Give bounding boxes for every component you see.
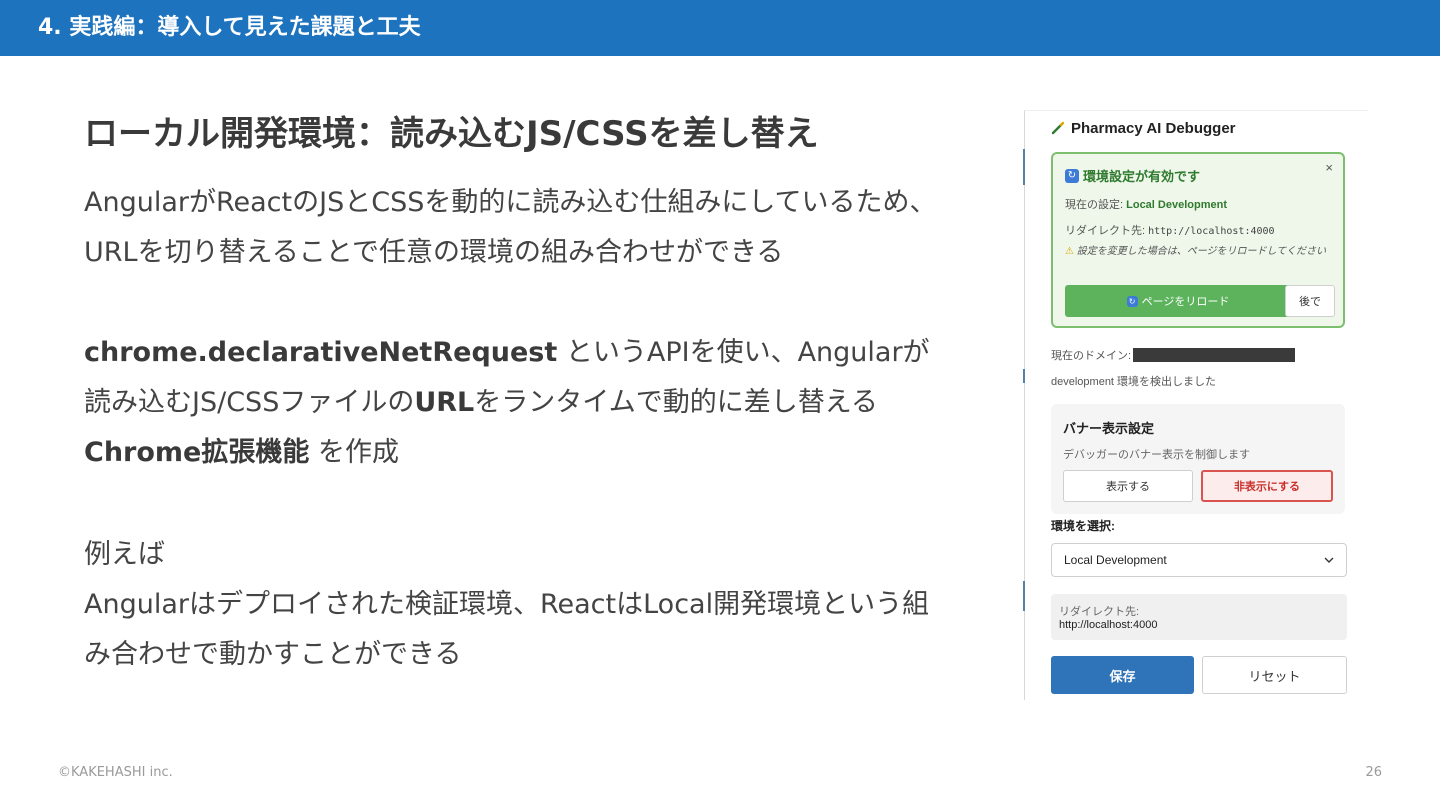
current-domain-label: 現在のドメイン: xyxy=(1051,350,1132,362)
later-button[interactable]: 後で xyxy=(1285,285,1335,317)
hide-banner-button[interactable]: 非表示にする xyxy=(1201,470,1333,502)
save-button[interactable]: 保存 xyxy=(1051,656,1194,694)
extension-popup: Pharmacy AI Debugger × ↻ 環境設定が有効です 現在の設定… xyxy=(1023,110,1368,700)
banner-settings: バナー表示設定 デバッガーのバナー表示を制御します 表示する 非表示にする xyxy=(1051,404,1345,514)
show-banner-button[interactable]: 表示する xyxy=(1063,470,1193,502)
redirect-url: http://localhost:4000 xyxy=(1059,619,1158,631)
api-text: というAPIを使い、Angularが xyxy=(557,337,930,368)
paragraph-api: chrome.declarativeNetRequest というAPIを使い、A… xyxy=(84,328,994,478)
environment-selected: Local Development xyxy=(1064,553,1167,567)
notice-redirect-label: リダイレクト先: xyxy=(1065,225,1149,237)
current-setting-value: Local Development xyxy=(1126,199,1227,211)
redacted-domain xyxy=(1133,348,1296,362)
api-name: chrome.declarativeNetRequest xyxy=(84,337,558,368)
paragraph-line: URLを切り替えることで任意の環境の組み合わせができる xyxy=(84,237,784,268)
paragraph-angular-react: AngularがReactのJSとCSSを動的に読み込む仕組みにしているため、 … xyxy=(84,178,994,278)
refresh-icon: ↻ xyxy=(1126,295,1138,307)
paragraph-line: chrome.declarativeNetRequest というAPIを使い、A… xyxy=(84,328,994,378)
section-title: 4. 実践編：導入して見えた課題と工夫 xyxy=(38,15,421,40)
paragraph-line: Angularはデプロイされた検証環境、ReactはLocal開発環境という組 xyxy=(84,589,930,620)
close-icon[interactable]: × xyxy=(1325,160,1333,175)
paragraph-line: AngularがReactのJSとCSSを動的に読み込む仕組みにしているため、 xyxy=(84,187,937,218)
paragraph-line: み合わせで動かすことができる xyxy=(84,639,462,670)
extension-title: Pharmacy AI Debugger xyxy=(1071,119,1236,137)
api-text: をランタイムで動的に差し替える xyxy=(474,387,878,418)
paragraph-example: 例えば Angularはデプロイされた検証環境、ReactはLocal開発環境と… xyxy=(84,530,994,680)
environment-label: 環境を選択: xyxy=(1051,519,1115,533)
notice-redirect: リダイレクト先: http://localhost:4000 xyxy=(1065,222,1275,238)
reload-warning: ⚠ 設定を変更した場合は、ページをリロードしてください xyxy=(1065,244,1333,260)
current-domain: 現在のドメイン: xyxy=(1051,347,1296,363)
notice-title: 環境設定が有効です xyxy=(1083,169,1201,184)
header-bar: 4. 実践編：導入して見えた課題と工夫 xyxy=(0,0,1440,56)
redirect-label: リダイレクト先: xyxy=(1059,606,1140,618)
notice-redirect-url: http://localhost:4000 xyxy=(1148,226,1275,237)
chevron-down-icon xyxy=(1324,557,1334,563)
environment-select[interactable]: Local Development xyxy=(1051,543,1347,577)
refresh-icon: ↻ xyxy=(1065,168,1079,183)
warning-icon: ⚠ xyxy=(1065,246,1074,257)
api-text: を作成 xyxy=(309,437,399,468)
reload-page-button[interactable]: ↻ ページをリロード xyxy=(1065,285,1291,317)
banner-settings-title: バナー表示設定 xyxy=(1063,421,1155,436)
edge-stripe xyxy=(1023,581,1025,611)
active-config-notice: × ↻ 環境設定が有効です 現在の設定: Local Development リ… xyxy=(1051,152,1345,328)
paragraph-line: 読み込むJS/CSSファイルのURLをランタイムで動的に差し替える xyxy=(84,378,994,428)
extension-header: Pharmacy AI Debugger xyxy=(1051,117,1236,139)
reload-warning-text: 設定を変更した場合は、ページをリロードしてください xyxy=(1073,246,1326,257)
notice-header: ↻ 環境設定が有効です xyxy=(1065,166,1200,185)
current-setting: 現在の設定: Local Development xyxy=(1065,196,1227,212)
edge-stripe xyxy=(1023,369,1025,383)
reload-page-label: ページをリロード xyxy=(1141,296,1230,308)
current-setting-label: 現在の設定: xyxy=(1065,199,1127,211)
redirect-info: リダイレクト先: http://localhost:4000 xyxy=(1051,594,1347,640)
paragraph-line: Chrome拡張機能 を作成 xyxy=(84,428,994,478)
extension-emphasis: Chrome拡張機能 xyxy=(84,437,310,468)
pencil-icon xyxy=(1051,121,1065,135)
api-text: 読み込むJS/CSSファイルの xyxy=(84,387,415,418)
banner-settings-description: デバッガーのバナー表示を制御します xyxy=(1063,449,1250,461)
url-emphasis: URL xyxy=(414,387,475,418)
edge-stripe xyxy=(1023,149,1025,185)
paragraph-line: 例えば xyxy=(84,539,165,570)
page-number: 26 xyxy=(1365,765,1382,780)
slide-heading: ローカル開発環境：読み込むJS/CSSを差し替え xyxy=(84,114,819,154)
reset-button[interactable]: リセット xyxy=(1202,656,1347,694)
detected-environment: development 環境を検出しました xyxy=(1051,376,1217,388)
copyright: ©KAKEHASHI inc. xyxy=(58,765,173,780)
